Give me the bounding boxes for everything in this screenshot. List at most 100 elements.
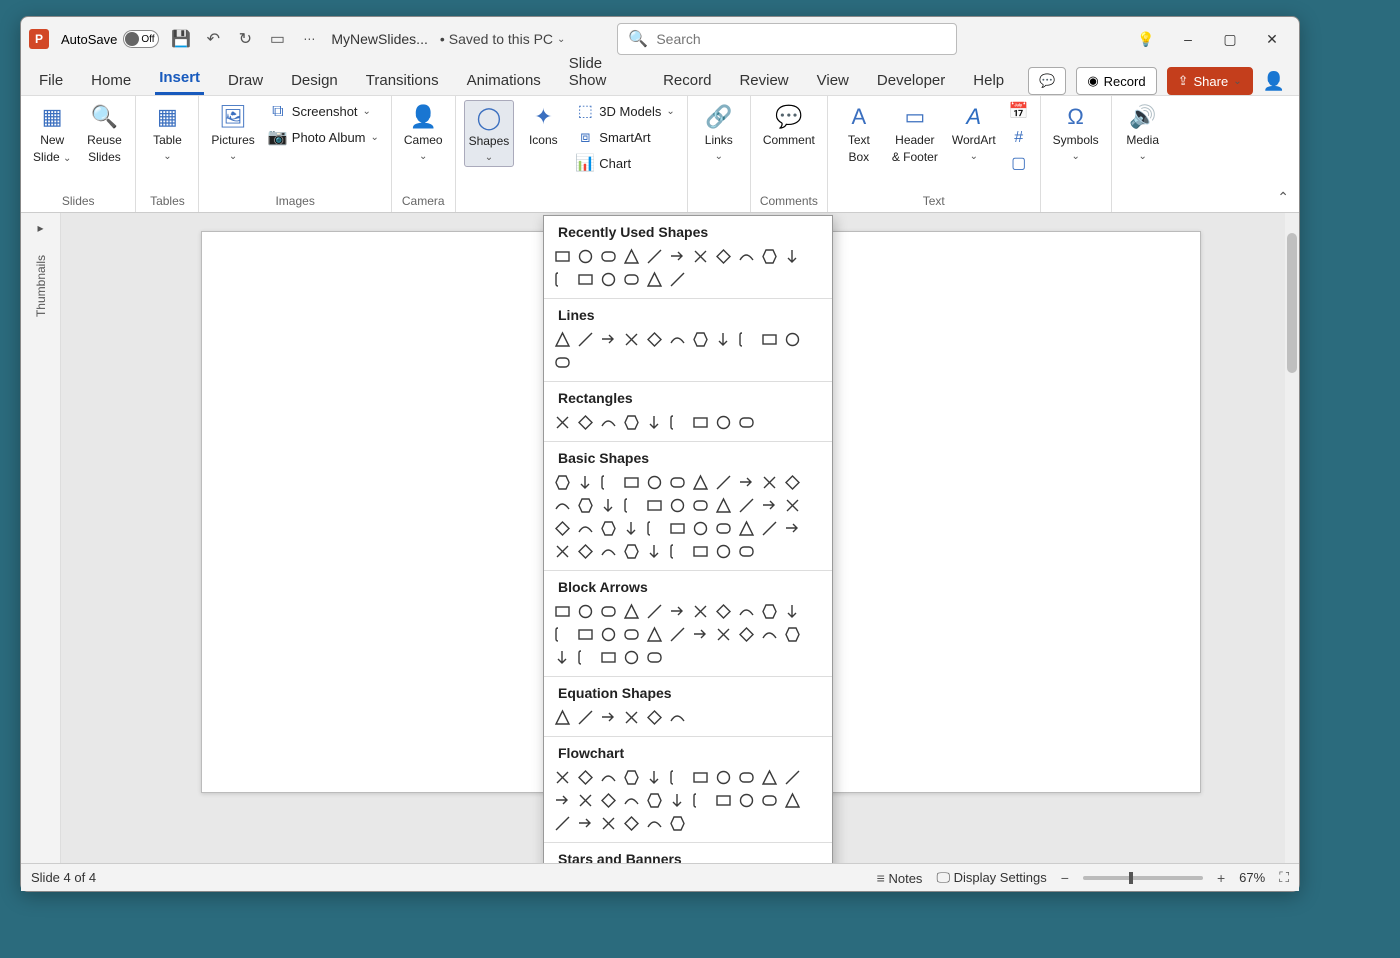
account-icon[interactable]: 👤 [1263, 71, 1285, 92]
shape-option[interactable] [552, 269, 573, 290]
shape-option[interactable] [621, 707, 642, 728]
shape-option[interactable] [667, 813, 688, 834]
comment-button[interactable]: 💬Comment [759, 100, 819, 151]
shape-option[interactable] [644, 269, 665, 290]
help-icon[interactable]: 💡 [1137, 30, 1155, 48]
shape-option[interactable] [690, 329, 711, 350]
shape-option[interactable] [552, 624, 573, 645]
shape-option[interactable] [690, 472, 711, 493]
collapse-ribbon-icon[interactable]: ⌃ [1277, 189, 1289, 206]
shape-option[interactable] [621, 790, 642, 811]
tab-view[interactable]: View [813, 66, 853, 95]
shape-option[interactable] [552, 352, 573, 373]
shape-option[interactable] [713, 624, 734, 645]
display-settings-button[interactable]: 🖵 Display Settings [936, 869, 1046, 886]
shape-option[interactable] [552, 813, 573, 834]
shape-option[interactable] [552, 601, 573, 622]
shape-option[interactable] [644, 541, 665, 562]
new-slide-button[interactable]: ▦NewSlide ⌄ [29, 100, 75, 168]
shape-option[interactable] [736, 518, 757, 539]
maximize-button[interactable]: ▢ [1221, 30, 1239, 48]
shape-option[interactable] [736, 624, 757, 645]
shape-option[interactable] [713, 412, 734, 433]
shape-option[interactable] [690, 518, 711, 539]
slide-counter[interactable]: Slide 4 of 4 [31, 870, 96, 885]
shape-option[interactable] [552, 518, 573, 539]
record-button[interactable]: ◉ Record [1076, 67, 1156, 95]
cameo-button[interactable]: 👤Cameo⌄ [400, 100, 447, 165]
header-footer-button[interactable]: ▭Header& Footer [888, 100, 942, 168]
zoom-level[interactable]: 67% [1239, 870, 1265, 885]
shape-option[interactable] [598, 472, 619, 493]
shape-option[interactable] [690, 495, 711, 516]
shape-option[interactable] [667, 495, 688, 516]
shape-option[interactable] [736, 495, 757, 516]
shape-option[interactable] [575, 647, 596, 668]
shape-option[interactable] [713, 767, 734, 788]
shape-option[interactable] [552, 472, 573, 493]
shape-option[interactable] [667, 707, 688, 728]
symbols-button[interactable]: ΩSymbols⌄ [1049, 100, 1103, 165]
redo-icon[interactable]: ↻ [235, 29, 255, 49]
shape-option[interactable] [667, 412, 688, 433]
tab-design[interactable]: Design [287, 66, 342, 95]
shape-option[interactable] [690, 246, 711, 267]
shape-option[interactable] [598, 541, 619, 562]
shape-option[interactable] [575, 767, 596, 788]
shape-option[interactable] [621, 601, 642, 622]
shape-option[interactable] [575, 518, 596, 539]
filename[interactable]: MyNewSlides... [331, 31, 427, 47]
shape-option[interactable] [713, 495, 734, 516]
media-button[interactable]: 🔊Media⌄ [1120, 100, 1166, 165]
shape-option[interactable] [759, 329, 780, 350]
zoom-in-button[interactable]: + [1217, 870, 1225, 886]
search-input[interactable] [656, 31, 946, 47]
shape-option[interactable] [575, 707, 596, 728]
shape-option[interactable] [598, 329, 619, 350]
shape-option[interactable] [736, 790, 757, 811]
shape-option[interactable] [621, 412, 642, 433]
shape-option[interactable] [667, 767, 688, 788]
shape-option[interactable] [621, 624, 642, 645]
shape-option[interactable] [552, 412, 573, 433]
shape-option[interactable] [644, 767, 665, 788]
shape-option[interactable] [736, 246, 757, 267]
vertical-scrollbar[interactable] [1285, 213, 1299, 863]
shape-option[interactable] [644, 601, 665, 622]
shape-option[interactable] [759, 601, 780, 622]
shape-option[interactable] [667, 624, 688, 645]
shape-option[interactable] [575, 624, 596, 645]
shape-option[interactable] [575, 495, 596, 516]
shape-option[interactable] [759, 518, 780, 539]
minimize-button[interactable]: – [1179, 30, 1197, 48]
screenshot-button[interactable]: ⧉Screenshot ⌄ [265, 100, 383, 124]
tab-review[interactable]: Review [735, 66, 792, 95]
shape-option[interactable] [667, 601, 688, 622]
shape-option[interactable] [552, 495, 573, 516]
save-icon[interactable]: 💾 [171, 29, 191, 49]
shape-option[interactable] [598, 495, 619, 516]
wordart-button[interactable]: AWordArt⌄ [948, 100, 1000, 165]
close-button[interactable]: ✕ [1263, 30, 1281, 48]
shape-option[interactable] [736, 601, 757, 622]
shape-option[interactable] [644, 246, 665, 267]
shape-option[interactable] [736, 412, 757, 433]
object-button[interactable]: ▢ [1006, 152, 1032, 176]
shape-option[interactable] [621, 813, 642, 834]
table-button[interactable]: ▦Table⌄ [144, 100, 190, 165]
expand-thumbnails-icon[interactable]: ▸ [37, 221, 43, 235]
shape-option[interactable] [713, 790, 734, 811]
shape-option[interactable] [552, 541, 573, 562]
undo-icon[interactable]: ↶ [203, 29, 223, 49]
tab-slide-show[interactable]: Slide Show [565, 49, 639, 95]
slide-number-button[interactable]: # [1006, 126, 1032, 150]
share-button[interactable]: ⇪ Share ⌄ [1167, 67, 1253, 95]
shape-option[interactable] [575, 269, 596, 290]
shape-option[interactable] [575, 412, 596, 433]
shape-option[interactable] [575, 790, 596, 811]
shape-option[interactable] [667, 246, 688, 267]
search-box[interactable]: 🔍 [617, 23, 957, 55]
shape-option[interactable] [782, 601, 803, 622]
from-beginning-icon[interactable]: ▭ [267, 29, 287, 49]
shape-option[interactable] [621, 329, 642, 350]
